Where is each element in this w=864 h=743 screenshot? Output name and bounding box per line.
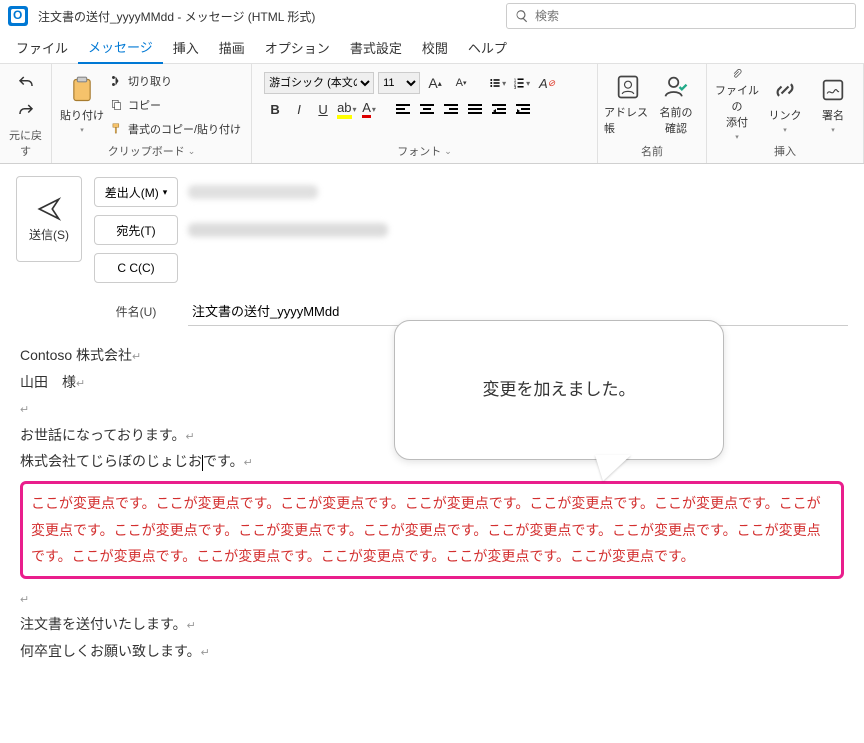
undo-button[interactable] <box>15 72 37 94</box>
svg-text:3: 3 <box>514 85 517 90</box>
from-button[interactable]: 差出人(M)▾ <box>94 177 178 207</box>
bullets-button[interactable]: ▾ <box>488 72 510 94</box>
menu-file[interactable]: ファイル <box>6 32 78 63</box>
message-body[interactable]: 変更を加えました。 Contoso 株式会社↵ 山田 様↵ ↵ お世話になってお… <box>16 328 848 679</box>
paste-button[interactable]: 貼り付け ▾ <box>58 69 106 141</box>
justify-button[interactable] <box>464 98 486 120</box>
search-input[interactable] <box>535 9 847 23</box>
chevron-down-icon: ▾ <box>80 126 84 134</box>
search-icon <box>515 9 529 23</box>
copy-button[interactable]: コピー <box>110 95 241 115</box>
outlook-icon <box>8 6 28 26</box>
decrease-indent-button[interactable] <box>488 98 510 120</box>
link-button[interactable]: リンク▾ <box>761 69 809 141</box>
menu-bar: ファイル メッセージ 挿入 描画 オプション 書式設定 校閲 ヘルプ <box>0 32 864 64</box>
title-bar: 注文書の送付_yyyyMMdd - メッセージ (HTML 形式) <box>0 0 864 32</box>
align-right-button[interactable] <box>440 98 462 120</box>
to-value <box>188 223 388 237</box>
menu-review[interactable]: 校閲 <box>412 32 458 63</box>
to-button[interactable]: 宛先(T) <box>94 215 178 245</box>
format-painter-button[interactable]: 書式のコピー/貼り付け <box>110 119 241 139</box>
search-box[interactable] <box>506 3 856 29</box>
cut-button[interactable]: 切り取り <box>110 71 241 91</box>
address-book-button[interactable]: アドレス帳 <box>604 69 652 141</box>
highlight-button[interactable]: ab▾ <box>336 98 358 120</box>
signature-button[interactable]: 署名▾ <box>809 69 857 141</box>
underline-button[interactable]: U <box>312 98 334 120</box>
menu-help[interactable]: ヘルプ <box>458 32 517 63</box>
menu-draw[interactable]: 描画 <box>209 32 255 63</box>
subject-label: 件名(U) <box>94 303 178 320</box>
menu-options[interactable]: オプション <box>255 32 340 63</box>
attach-file-button[interactable]: ファイルの 添付▾ <box>713 69 761 141</box>
callout-bubble: 変更を加えました。 <box>394 320 724 460</box>
numbering-button[interactable]: 123▾ <box>512 72 534 94</box>
window-title: 注文書の送付_yyyyMMdd - メッセージ (HTML 形式) <box>38 8 315 25</box>
font-color-button[interactable]: A▾ <box>360 98 382 120</box>
font-size-select[interactable]: 11 <box>378 72 420 94</box>
redo-button[interactable] <box>15 100 37 122</box>
menu-insert[interactable]: 挿入 <box>163 32 209 63</box>
dialog-launcher-icon[interactable]: ⌄ <box>444 146 452 157</box>
cc-field[interactable] <box>188 253 848 283</box>
ribbon: 元に戻す 貼り付け ▾ 切り取り コピー 書式のコピー/貼り付け クリップボード… <box>0 64 864 164</box>
align-center-button[interactable] <box>416 98 438 120</box>
cc-button[interactable]: C C(C) <box>94 253 178 283</box>
shrink-font-button[interactable]: A▾ <box>450 72 472 94</box>
menu-message[interactable]: メッセージ <box>78 31 163 64</box>
grow-font-button[interactable]: A▴ <box>424 72 446 94</box>
clear-formatting-button[interactable]: A⊘ <box>536 72 558 94</box>
dialog-launcher-icon[interactable]: ⌄ <box>188 146 196 157</box>
check-names-button[interactable]: 名前の 確認 <box>652 69 700 141</box>
italic-button[interactable]: I <box>288 98 310 120</box>
align-left-button[interactable] <box>392 98 414 120</box>
changed-text-box: ここが変更点です。ここが変更点です。ここが変更点です。ここが変更点です。ここが変… <box>20 481 844 579</box>
send-button[interactable]: 送信(S) <box>16 176 82 262</box>
increase-indent-button[interactable] <box>512 98 534 120</box>
font-name-select[interactable]: 游ゴシック (本文の <box>264 72 374 94</box>
menu-format[interactable]: 書式設定 <box>340 32 412 63</box>
bold-button[interactable]: B <box>264 98 286 120</box>
compose-area: 送信(S) 差出人(M)▾ 宛先(T) C C(C) 件名(U) 変更を加えまし… <box>0 164 864 679</box>
from-value <box>188 185 318 199</box>
undo-group-label: 元に戻す <box>6 125 45 163</box>
